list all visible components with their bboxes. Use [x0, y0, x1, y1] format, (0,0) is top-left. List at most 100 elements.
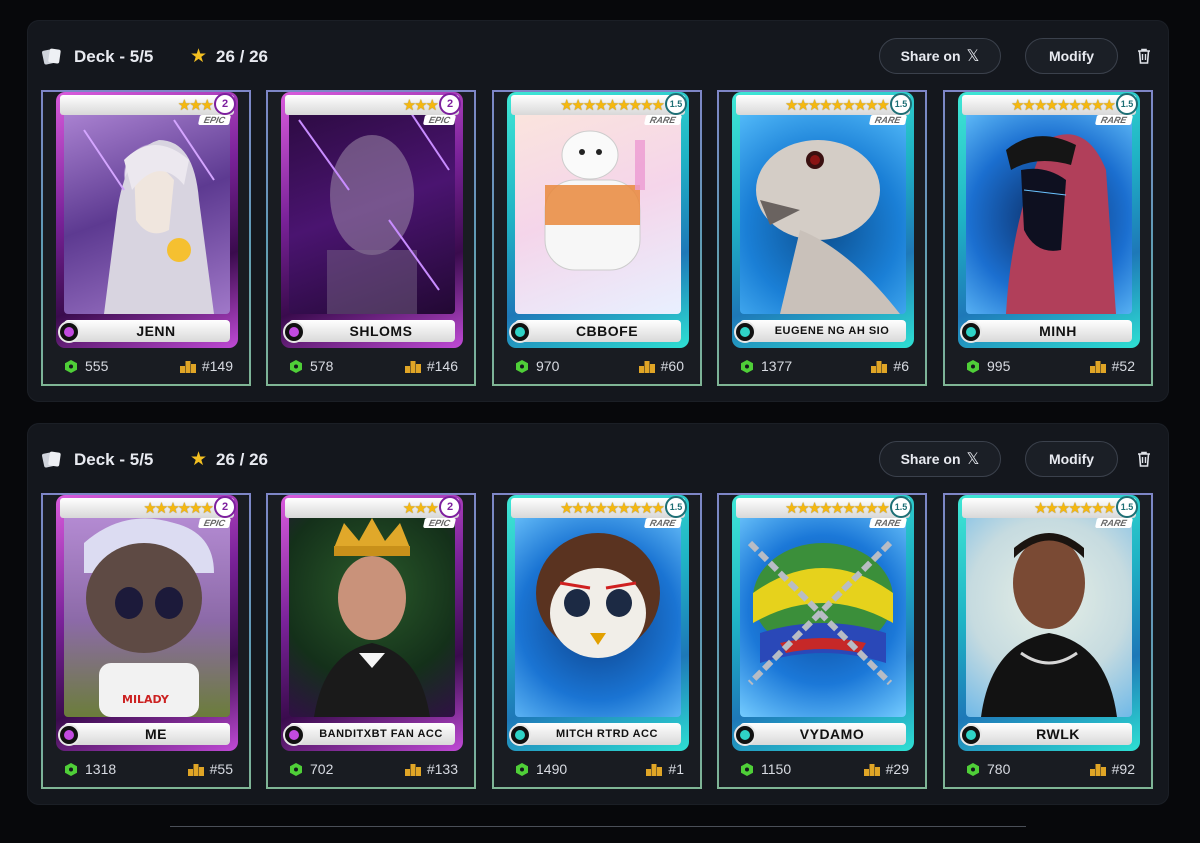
nft-card[interactable]: ★★★ 2 EPIC SHLOMS — [281, 92, 463, 348]
card-name: VYDAMO — [740, 723, 906, 745]
rarity-label: EPIC — [197, 115, 232, 125]
trash-icon[interactable] — [1135, 450, 1153, 468]
cards-stack-icon — [42, 451, 61, 468]
card-art-image — [966, 100, 1132, 314]
x-logo-icon: 𝕏 — [966, 451, 980, 468]
card-slot[interactable]: MILADY ★★★★★★ 2 EPIC ME 1318 #55 — [41, 493, 251, 789]
deck-rating: 26 / 26 — [216, 47, 268, 66]
card-art-image — [740, 100, 906, 314]
rarity-label: RARE — [869, 115, 908, 125]
card-stats: 1490 #1 — [508, 761, 686, 781]
nft-card[interactable]: ★★★ 2 EPIC JENN — [56, 92, 238, 348]
type-icon — [509, 321, 531, 343]
card-name: SHLOMS — [289, 320, 455, 342]
score: 970 — [516, 358, 559, 374]
card-art-image: MILADY — [64, 503, 230, 717]
score-value: 780 — [987, 761, 1011, 777]
card-art-image — [64, 100, 230, 314]
card-stats: 780 #92 — [959, 761, 1137, 781]
rank-value: #55 — [209, 761, 233, 777]
card-stats: 995 #52 — [959, 358, 1137, 378]
card-slot[interactable]: ★★★★★★★★★ 1.5 RARE MINH 995 #52 — [943, 90, 1153, 386]
trash-icon[interactable] — [1135, 47, 1153, 65]
star-rating: ★★★ — [60, 95, 234, 115]
star-icon: ★ — [190, 46, 208, 67]
podium-icon — [638, 360, 655, 373]
rank-value: #52 — [1111, 358, 1135, 374]
rank-value: #1 — [668, 761, 684, 777]
rank: #29 — [863, 761, 909, 777]
card-slot[interactable]: ★★★ 2 EPIC SHLOMS 578 #146 — [266, 90, 476, 386]
card-art-image — [289, 503, 455, 717]
hexagon-score-icon — [65, 762, 77, 776]
rank: #60 — [638, 358, 684, 374]
deck-panel: Deck - 5/5 ★ 26 / 26 Share on 𝕏 Modify ★… — [27, 20, 1169, 402]
rarity-label: EPIC — [422, 518, 457, 528]
card-art-image — [966, 503, 1132, 717]
star-rating: ★★★★★★★★★ — [511, 498, 685, 518]
rank: #6 — [871, 358, 909, 374]
rank-value: #149 — [201, 358, 233, 374]
modify-button[interactable]: Modify — [1025, 38, 1118, 74]
nft-card[interactable]: ★★★ 2 EPIC BANDITXBT FAN ACC — [281, 495, 463, 751]
score: 702 — [290, 761, 333, 777]
score-value: 1150 — [761, 761, 792, 777]
card-slot[interactable]: ★★★ 2 EPIC JENN 555 #149 — [41, 90, 251, 386]
type-icon — [509, 724, 531, 746]
nft-card[interactable]: ★★★★★★★ 1.5 RARE RWLK — [958, 495, 1140, 751]
rarity-label: EPIC — [422, 115, 457, 125]
share-on-x-button[interactable]: Share on 𝕏 — [879, 441, 1001, 477]
rank: #52 — [1089, 358, 1135, 374]
nft-card[interactable]: ★★★★★★★★★ 1.5 RARE MINH — [958, 92, 1140, 348]
card-art-image — [289, 100, 455, 314]
rank-value: #29 — [885, 761, 909, 777]
cards-stack-icon — [42, 48, 61, 65]
star-rating: ★★★★★★ — [60, 498, 234, 518]
rank: #1 — [646, 761, 684, 777]
nft-card[interactable]: ★★★★★★★★★ 1.5 RARE EUGENE NG AH SIO — [732, 92, 914, 348]
card-slot[interactable]: ★★★★★★★★★ 1.5 RARE VYDAMO 1150 #29 — [717, 493, 927, 789]
card-stats: 555 #149 — [57, 358, 235, 378]
level-badge: 1.5 — [665, 496, 687, 518]
share-label: Share on — [900, 48, 961, 64]
rank: #92 — [1089, 761, 1135, 777]
nft-card[interactable]: MILADY ★★★★★★ 2 EPIC ME — [56, 495, 238, 751]
card-slot[interactable]: ★★★★★★★★★ 1.5 RARE MITCH RTRD ACC 1490 #… — [492, 493, 702, 789]
score-value: 1318 — [85, 761, 117, 777]
rank-value: #92 — [1111, 761, 1135, 777]
podium-icon — [404, 360, 421, 373]
star-rating: ★★★★★★★★★ — [736, 95, 910, 115]
rank-value: #6 — [893, 358, 909, 374]
card-slot[interactable]: ★★★ 2 EPIC BANDITXBT FAN ACC 702 #133 — [266, 493, 476, 789]
hexagon-score-icon — [741, 359, 753, 373]
score: 995 — [967, 358, 1010, 374]
score-value: 970 — [536, 358, 560, 374]
card-slot[interactable]: ★★★★★★★★★ 1.5 RARE CBBOFE 970 #60 — [492, 90, 702, 386]
card-slot[interactable]: ★★★★★★★★★ 1.5 RARE EUGENE NG AH SIO 1377… — [717, 90, 927, 386]
share-on-x-button[interactable]: Share on 𝕏 — [879, 38, 1001, 74]
nft-card[interactable]: ★★★★★★★★★ 1.5 RARE CBBOFE — [507, 92, 689, 348]
star-rating: ★★★ — [285, 498, 459, 518]
nft-card[interactable]: ★★★★★★★★★ 1.5 RARE VYDAMO — [732, 495, 914, 751]
rank-value: #133 — [426, 761, 458, 777]
nft-card[interactable]: ★★★★★★★★★ 1.5 RARE MITCH RTRD ACC — [507, 495, 689, 751]
score: 1377 — [741, 358, 792, 374]
hexagon-score-icon — [290, 762, 302, 776]
rarity-label: EPIC — [197, 518, 232, 528]
modify-button[interactable]: Modify — [1025, 441, 1118, 477]
level-badge: 1.5 — [665, 93, 687, 115]
rarity-label: RARE — [644, 518, 683, 528]
deck-title: Deck - 5/5 — [74, 47, 154, 66]
rarity-label: RARE — [1095, 518, 1134, 528]
podium-icon — [646, 763, 663, 776]
hexagon-score-icon — [967, 359, 979, 373]
level-badge: 1.5 — [890, 93, 912, 115]
podium-icon — [187, 763, 204, 776]
x-logo-icon: 𝕏 — [966, 48, 980, 65]
card-stats: 702 #133 — [282, 761, 460, 781]
card-slot[interactable]: ★★★★★★★ 1.5 RARE RWLK 780 #92 — [943, 493, 1153, 789]
podium-icon — [871, 360, 888, 373]
score: 780 — [967, 761, 1010, 777]
type-icon — [734, 321, 756, 343]
card-name: CBBOFE — [515, 320, 681, 342]
